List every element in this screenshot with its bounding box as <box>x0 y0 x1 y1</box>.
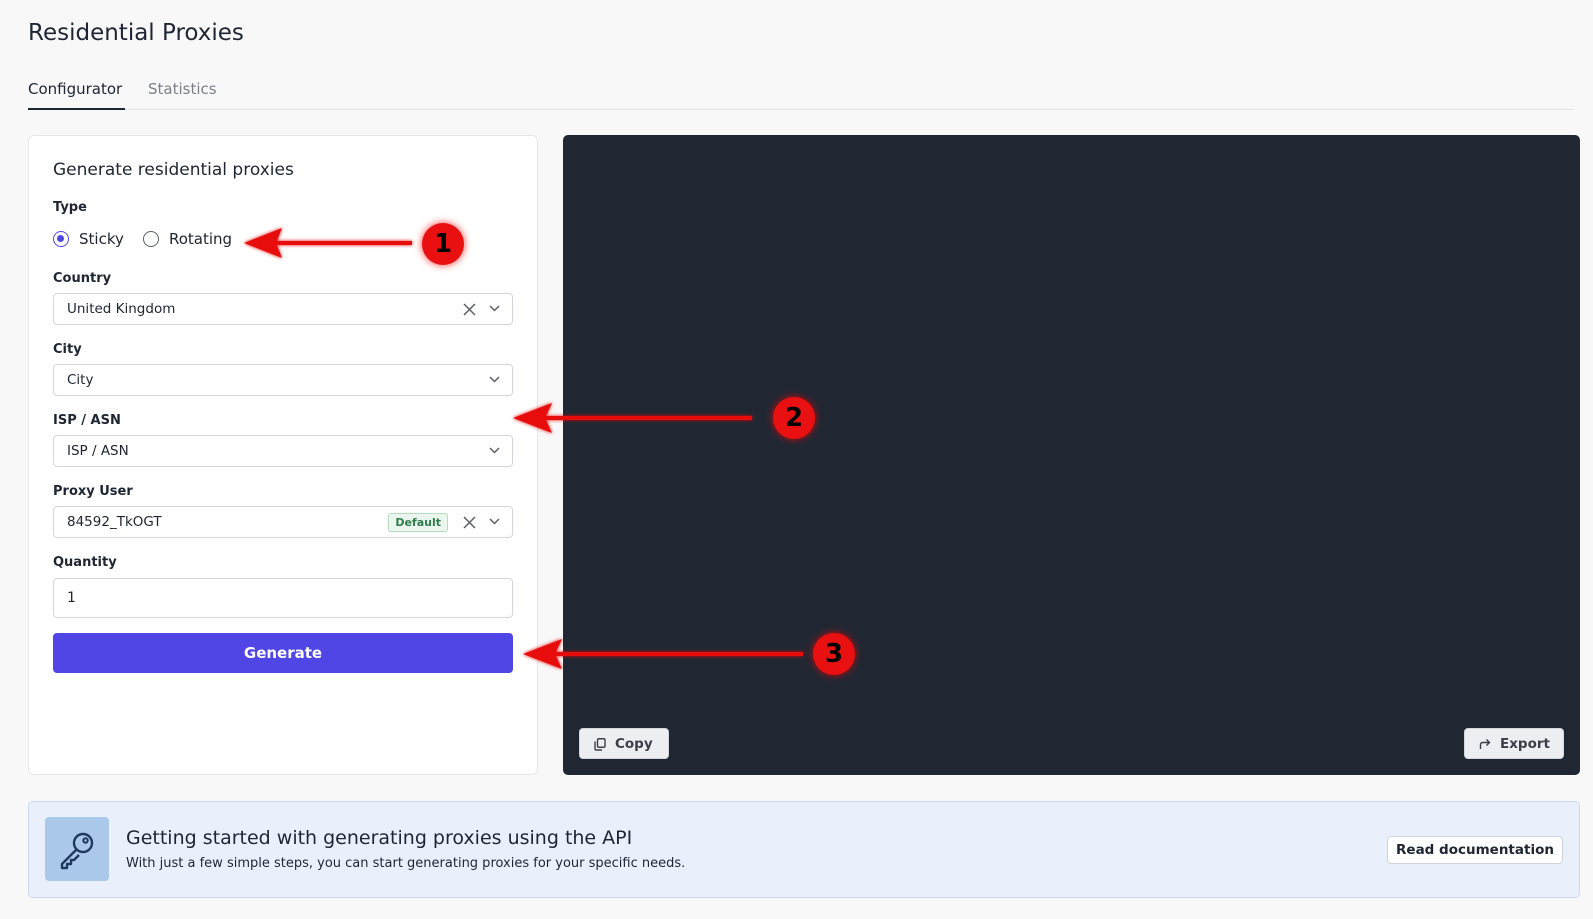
copy-label: Copy <box>615 736 653 752</box>
export-label: Export <box>1500 736 1550 752</box>
tab-statistics[interactable]: Statistics <box>148 80 228 110</box>
country-select[interactable]: United Kingdom <box>53 293 513 325</box>
annotation-marker-2: 2 <box>773 397 815 439</box>
rotating-radio[interactable] <box>143 231 159 247</box>
export-arrow-icon <box>1479 739 1491 749</box>
country-label: Country <box>53 271 112 286</box>
proxy-user-value: 84592_TkOGT <box>67 514 162 530</box>
country-value: United Kingdom <box>67 301 176 317</box>
form-title: Generate residential proxies <box>53 160 294 180</box>
key-tile <box>45 817 109 881</box>
export-button[interactable]: Export <box>1464 728 1564 759</box>
copy-icon <box>594 738 606 751</box>
banner-title: Getting started with generating proxies … <box>126 827 633 849</box>
rotating-radio-label[interactable]: Rotating <box>169 230 232 248</box>
chevron-down-icon <box>489 376 500 383</box>
sticky-radio[interactable] <box>53 231 69 247</box>
isp-label: ISP / ASN <box>53 413 121 428</box>
tab-configurator[interactable]: Configurator <box>28 80 125 110</box>
proxy-user-label: Proxy User <box>53 484 133 499</box>
page-title: Residential Proxies <box>28 20 244 46</box>
proxy-output-panel[interactable]: Copy Export <box>563 135 1580 775</box>
tab-bar: Configurator Statistics <box>28 80 1574 110</box>
proxy-user-select[interactable]: 84592_TkOGT Default <box>53 506 513 538</box>
quantity-label: Quantity <box>53 555 117 570</box>
sticky-radio-label[interactable]: Sticky <box>79 230 124 248</box>
generate-button[interactable]: Generate <box>53 633 513 673</box>
copy-button[interactable]: Copy <box>579 728 669 759</box>
clear-proxy-user-icon[interactable] <box>463 516 476 529</box>
annotation-marker-3: 3 <box>813 633 855 675</box>
api-getting-started-banner: Getting started with generating proxies … <box>28 801 1580 898</box>
type-radio-group: Sticky Rotating <box>53 229 253 251</box>
isp-placeholder: ISP / ASN <box>67 443 129 459</box>
type-label: Type <box>53 200 87 215</box>
chevron-down-icon <box>489 447 500 454</box>
key-icon <box>60 832 94 870</box>
chevron-down-icon <box>489 518 500 525</box>
generator-form-card: Generate residential proxies Type Sticky… <box>28 135 538 775</box>
chevron-down-icon <box>489 305 500 312</box>
annotation-marker-1: 1 <box>422 223 464 265</box>
city-placeholder: City <box>67 372 94 388</box>
banner-subtitle: With just a few simple steps, you can st… <box>126 856 686 871</box>
default-badge: Default <box>388 513 448 532</box>
city-label: City <box>53 342 82 357</box>
city-select[interactable]: City <box>53 364 513 396</box>
read-documentation-button[interactable]: Read documentation <box>1387 836 1563 864</box>
quantity-input[interactable] <box>53 578 513 618</box>
clear-country-icon[interactable] <box>463 303 476 316</box>
isp-select[interactable]: ISP / ASN <box>53 435 513 467</box>
